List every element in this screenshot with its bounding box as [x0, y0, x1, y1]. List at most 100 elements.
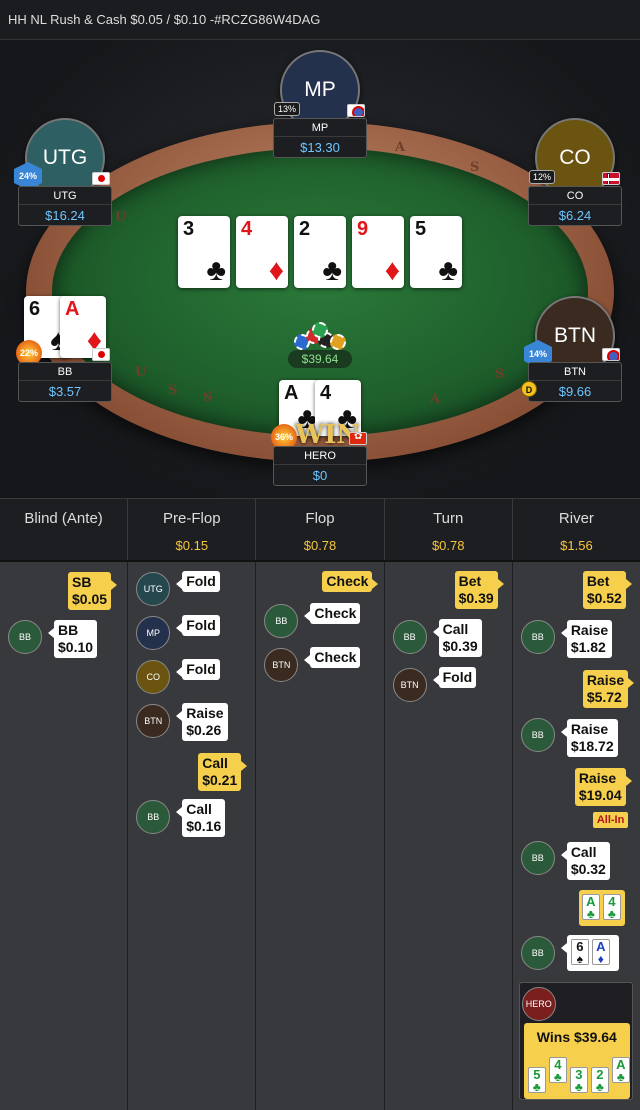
- taiwan-flag-icon: [602, 348, 620, 361]
- action-bubble: Raise $0.26: [176, 703, 228, 741]
- column-preflop: UTG Fold MP Fold CO Fold BTN Raise $0.26 …: [128, 562, 257, 1110]
- street-title: Pre-Flop: [163, 510, 221, 527]
- column-river: Bet $0.52 BB Raise $1.82 Raise $5.72 BB Rai…: [512, 562, 640, 1110]
- action-bubble: Raise $19.04: [574, 768, 632, 806]
- mini-card: A ♦: [591, 939, 610, 966]
- position-bb-icon: BB: [520, 718, 555, 752]
- position-bb-icon: BB: [520, 620, 555, 654]
- action-bubble: Check: [304, 603, 361, 624]
- street-title: Flop: [305, 510, 335, 527]
- player-name: BB: [19, 363, 111, 381]
- action-bubble: Call $0.39: [432, 619, 482, 657]
- position-bb-icon: BB: [264, 604, 299, 638]
- rail-letter: S: [495, 367, 505, 382]
- rail-letter: U: [115, 210, 127, 225]
- rail-letter: A: [430, 392, 441, 407]
- action-bubble: Raise $18.72: [560, 719, 618, 757]
- hong-kong-flag-icon: [349, 432, 367, 445]
- street-title: Turn: [433, 510, 464, 527]
- street-pot: $0.78: [431, 538, 465, 553]
- seat-hero[interactable]: A ♣ 4 ♣ WIN 36% HERO $0: [271, 380, 367, 490]
- seat-bb[interactable]: 6 ♠ A ♦ 22% BB $3.57: [16, 296, 112, 406]
- rail-letter: U: [135, 365, 147, 380]
- action-bubble: Fold: [176, 615, 220, 636]
- bb-shown-cards: 6 ♠ A ♦: [560, 935, 619, 971]
- mini-card: A ♣: [611, 1057, 630, 1084]
- player-stack: $6.24: [558, 208, 592, 223]
- player-stack: $9.66: [558, 384, 592, 399]
- dealer-button: D: [521, 381, 537, 397]
- mini-card: 2 ♣: [590, 1067, 609, 1094]
- position-bb-icon: BB: [8, 620, 42, 654]
- player-nameplate: BB $3.57: [18, 362, 112, 402]
- pot-chips-icon: [294, 322, 348, 352]
- action-bubble: Bet $0.52: [582, 571, 632, 609]
- winner-box: Wins $39.64 5 ♣ 4 ♣ 3 ♣ 2 ♣ A ♣: [523, 1023, 630, 1099]
- action-bubble: Fold: [176, 659, 220, 680]
- seat-btn[interactable]: BTN 14% BTN $9.66: [524, 296, 622, 406]
- action-bubble: Fold: [432, 667, 477, 688]
- rail-letter: S: [470, 160, 480, 175]
- player-name: MP: [274, 119, 366, 137]
- action-bubble: BB $0.10: [47, 620, 98, 658]
- board-card: 5 ♣: [410, 216, 462, 288]
- column-turn: Bet $0.39 BB Call $0.39 BTN Fold: [384, 562, 513, 1110]
- vpip-badge: 13%: [274, 102, 301, 116]
- rail-letter: A: [395, 140, 406, 155]
- action-bubble: Raise $1.82: [560, 620, 613, 658]
- taiwan-flag-icon: [347, 104, 365, 117]
- board-card: 4 ♦: [236, 216, 288, 288]
- position-btn-icon: BTN: [136, 704, 171, 738]
- street-header-row: Blind (Ante) Pre-Flop $0.15 Flop $0.78 T…: [0, 498, 640, 560]
- position-bb-icon: BB: [392, 620, 427, 654]
- hand-history-timeline: SB $0.05 BB BB $0.10 UTG Fold MP Fold CO F…: [0, 560, 640, 1110]
- position-mp-icon: MP: [136, 616, 171, 650]
- position-bb-icon: BB: [136, 800, 171, 834]
- action-bubble: Call $0.16: [176, 799, 226, 837]
- column-header-flop: Flop $0.78: [256, 499, 385, 560]
- rail-letter: S: [168, 383, 178, 398]
- position-btn-icon: BTN: [392, 668, 427, 702]
- winner-text: Wins $39.64: [536, 1029, 617, 1045]
- seat-utg[interactable]: UTG 24% UTG $16.24: [14, 118, 112, 228]
- mini-card: 6 ♠: [570, 939, 589, 966]
- player-stack: $0: [312, 468, 328, 483]
- position-bb-icon: BB: [520, 841, 555, 875]
- japan-flag-icon: [92, 348, 110, 361]
- pot-amount: $39.64: [288, 350, 352, 368]
- action-bubble: Raise $5.72: [582, 670, 635, 708]
- mini-card: 4 ♣: [602, 894, 621, 921]
- winner-panel: HERO Wins $39.64 5 ♣ 4 ♣ 3 ♣ 2 ♣ A ♣: [518, 982, 633, 1100]
- action-bubble: Check: [322, 571, 379, 592]
- position-co-icon: CO: [136, 660, 171, 694]
- column-header-blind: Blind (Ante): [0, 499, 129, 560]
- poker-table-area: U S A U S A S S A MP 13% MP $13.30 UTG 2…: [0, 40, 640, 498]
- player-nameplate: HERO $0: [273, 446, 367, 486]
- street-pot: $1.56: [560, 538, 593, 553]
- position-btn-icon: BTN: [264, 648, 299, 682]
- player-stack: $13.30: [300, 140, 340, 155]
- street-title: Blind (Ante): [24, 510, 103, 527]
- mini-card: 5 ♣: [527, 1067, 546, 1094]
- hero-shown-cards: A ♣ 4 ♣: [578, 890, 625, 926]
- seat-co[interactable]: CO 12% CO $6.24: [528, 118, 622, 228]
- column-header-preflop: Pre-Flop $0.15: [128, 499, 257, 560]
- action-bubble: Call $0.21: [198, 753, 248, 791]
- seat-mp[interactable]: MP 13% MP $13.30: [273, 50, 367, 160]
- position-bb-icon: BB: [520, 936, 555, 970]
- action-bubble: Bet $0.39: [454, 571, 504, 609]
- street-pot: $0.78: [303, 538, 337, 553]
- player-name: BTN: [529, 363, 621, 381]
- mini-card: A ♣: [581, 894, 600, 921]
- player-nameplate: BTN $9.66: [528, 362, 622, 402]
- action-bubble: Call $0.32: [560, 842, 610, 880]
- rail-letter: S: [203, 390, 213, 405]
- window-title: HH NL Rush & Cash $0.05 / $0.10 -#RCZG86…: [0, 0, 640, 40]
- street-title: River: [558, 510, 594, 527]
- player-name: HERO: [274, 447, 366, 465]
- action-bubble: Check: [304, 647, 361, 668]
- player-nameplate: CO $6.24: [528, 186, 622, 226]
- norway-flag-icon: [602, 172, 620, 185]
- player-stack: $16.24: [45, 208, 85, 223]
- position-utg-icon: UTG: [136, 572, 171, 606]
